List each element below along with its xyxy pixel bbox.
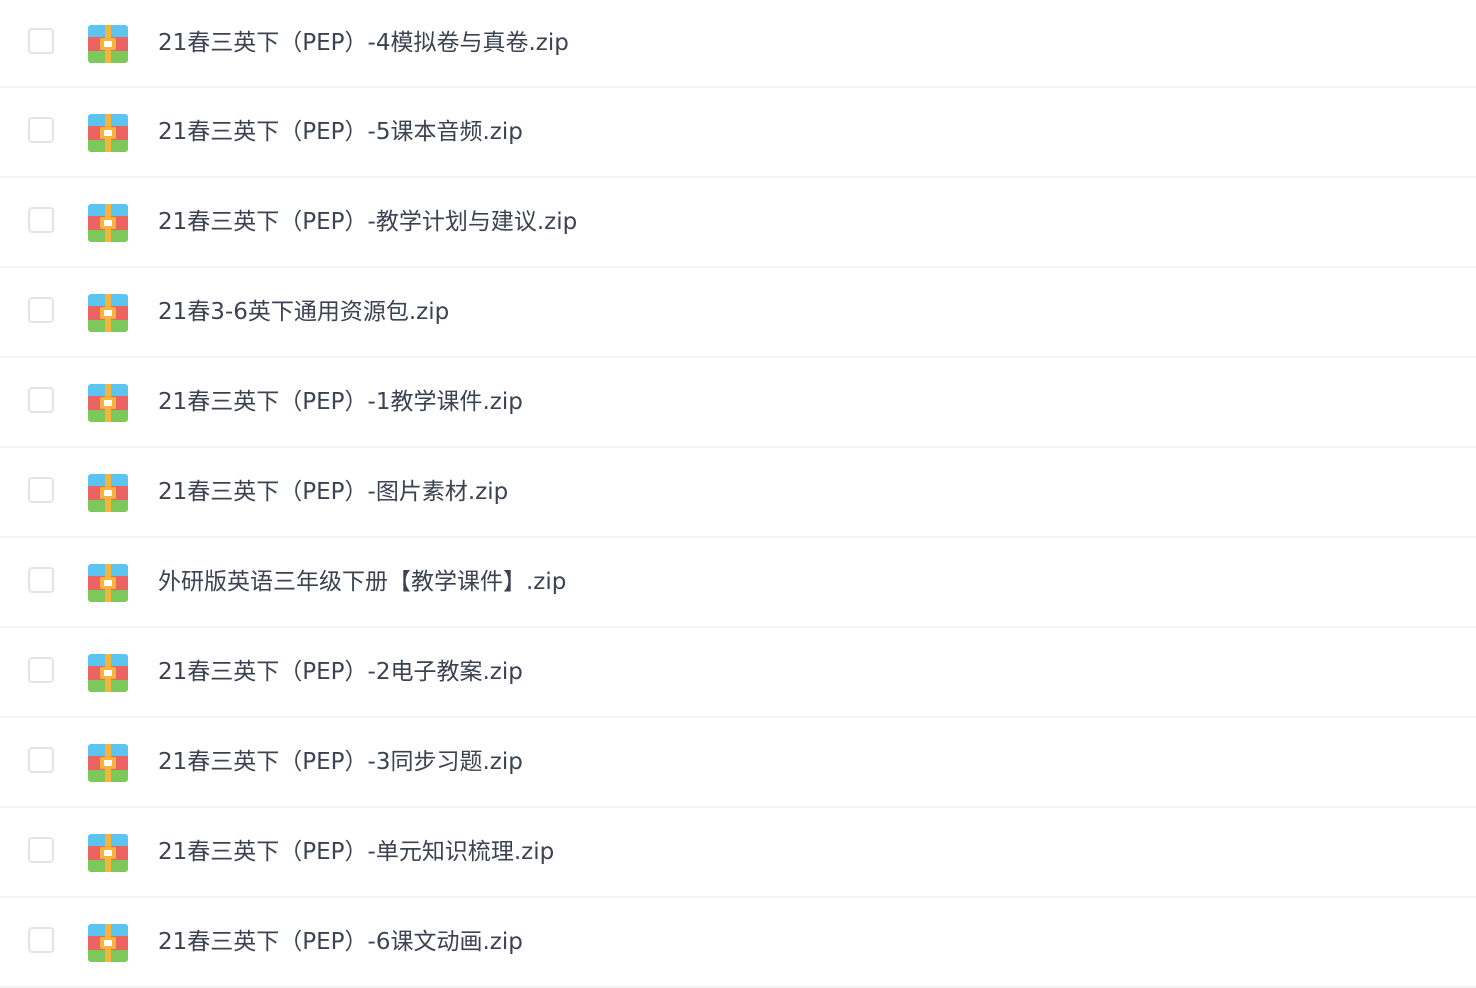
- file-name[interactable]: 21春三英下（PEP）-4模拟卷与真卷.zip: [158, 28, 569, 58]
- list-item[interactable]: 21春3-6英下通用资源包.zip: [0, 268, 1476, 358]
- list-item[interactable]: 外研版英语三年级下册【教学课件】.zip: [0, 538, 1476, 628]
- select-checkbox[interactable]: [28, 297, 54, 323]
- list-item[interactable]: 21春三英下（PEP）-5课本音频.zip: [0, 88, 1476, 178]
- zip-archive-icon: [88, 294, 128, 332]
- select-checkbox[interactable]: [28, 207, 54, 233]
- file-name[interactable]: 21春三英下（PEP）-1教学课件.zip: [158, 387, 523, 417]
- zip-archive-icon: [88, 384, 128, 422]
- zip-archive-icon: [88, 744, 128, 782]
- list-item[interactable]: 21春三英下（PEP）-1教学课件.zip: [0, 358, 1476, 448]
- zip-archive-icon: [88, 564, 128, 602]
- zip-archive-icon: [88, 25, 128, 63]
- select-checkbox[interactable]: [28, 477, 54, 503]
- file-name[interactable]: 21春三英下（PEP）-单元知识梳理.zip: [158, 837, 554, 867]
- list-item[interactable]: 21春三英下（PEP）-2电子教案.zip: [0, 628, 1476, 718]
- file-name[interactable]: 外研版英语三年级下册【教学课件】.zip: [158, 567, 566, 597]
- file-name[interactable]: 21春三英下（PEP）-教学计划与建议.zip: [158, 207, 577, 237]
- file-name[interactable]: 21春三英下（PEP）-图片素材.zip: [158, 477, 508, 507]
- list-item[interactable]: 21春三英下（PEP）-单元知识梳理.zip: [0, 808, 1476, 898]
- list-item[interactable]: 21春三英下（PEP）-3同步习题.zip: [0, 718, 1476, 808]
- select-checkbox[interactable]: [28, 657, 54, 683]
- file-name[interactable]: 21春三英下（PEP）-2电子教案.zip: [158, 657, 523, 687]
- select-checkbox[interactable]: [28, 387, 54, 413]
- zip-archive-icon: [88, 114, 128, 152]
- list-item[interactable]: 21春三英下（PEP）-图片素材.zip: [0, 448, 1476, 538]
- file-name[interactable]: 21春三英下（PEP）-5课本音频.zip: [158, 117, 523, 147]
- select-checkbox[interactable]: [28, 28, 54, 54]
- list-item[interactable]: 21春三英下（PEP）-4模拟卷与真卷.zip: [0, 0, 1476, 88]
- list-item[interactable]: 21春三英下（PEP）-6课文动画.zip: [0, 898, 1476, 988]
- zip-archive-icon: [88, 924, 128, 962]
- select-checkbox[interactable]: [28, 927, 54, 953]
- select-checkbox[interactable]: [28, 837, 54, 863]
- list-item[interactable]: 21春三英下（PEP）-教学计划与建议.zip: [0, 178, 1476, 268]
- select-checkbox[interactable]: [28, 567, 54, 593]
- zip-archive-icon: [88, 204, 128, 242]
- zip-archive-icon: [88, 834, 128, 872]
- zip-archive-icon: [88, 474, 128, 512]
- select-checkbox[interactable]: [28, 117, 54, 143]
- file-name[interactable]: 21春三英下（PEP）-3同步习题.zip: [158, 747, 523, 777]
- file-name[interactable]: 21春3-6英下通用资源包.zip: [158, 297, 449, 327]
- select-checkbox[interactable]: [28, 747, 54, 773]
- zip-archive-icon: [88, 654, 128, 692]
- file-name[interactable]: 21春三英下（PEP）-6课文动画.zip: [158, 927, 523, 957]
- file-list: 21春三英下（PEP）-4模拟卷与真卷.zip 21春三英下（PEP）-5课本音…: [0, 0, 1476, 988]
